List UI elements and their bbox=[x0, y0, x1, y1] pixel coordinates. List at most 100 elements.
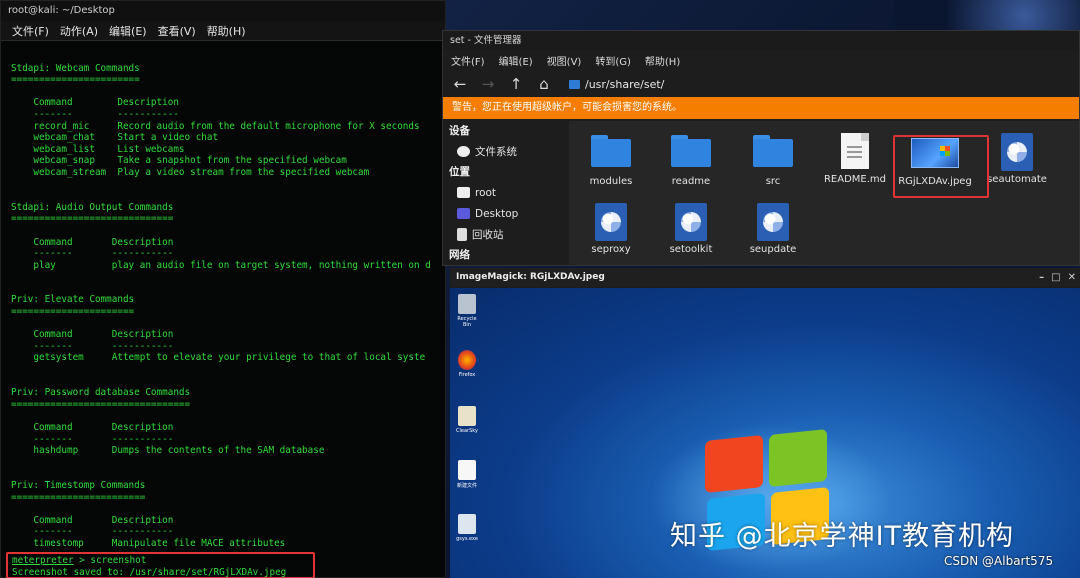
fm-menu-file[interactable]: 文件(F) bbox=[451, 53, 485, 68]
firefox-icon: Firefox bbox=[454, 350, 480, 378]
terminal-title: root@kali: ~/Desktop bbox=[8, 5, 115, 16]
fm-menu-help[interactable]: 帮助(H) bbox=[645, 53, 680, 68]
terminal-output[interactable]: Stdapi: Webcam Commands =================… bbox=[11, 51, 445, 577]
sidebar-item-label: 回收站 bbox=[472, 229, 504, 241]
home-folder-icon bbox=[457, 187, 470, 198]
desktop-icon-label: Firefox bbox=[458, 372, 476, 378]
path-bar[interactable]: /usr/share/set/ bbox=[569, 78, 664, 91]
fm-menu-edit[interactable]: 编辑(E) bbox=[499, 53, 533, 68]
sidebar-item-desktop[interactable]: Desktop bbox=[443, 203, 568, 224]
document-icon bbox=[841, 133, 869, 169]
terminal-prompt[interactable]: meterpreter > screenshot Screenshot save… bbox=[12, 555, 286, 578]
saved-message: Screenshot saved to: /usr/share/set/RGjL… bbox=[12, 566, 287, 578]
terminal-line: Priv: Elevate Commands bbox=[11, 294, 135, 306]
sidebar-header-devices: 设备 bbox=[449, 125, 470, 137]
file-item-setoolkit[interactable]: setoolkit bbox=[651, 203, 731, 255]
terminal-titlebar[interactable]: root@kali: ~/Desktop bbox=[1, 1, 445, 21]
file-item-modules[interactable]: modules bbox=[571, 135, 651, 187]
file-item-seupdate[interactable]: seupdate bbox=[733, 203, 813, 255]
folder-icon bbox=[671, 135, 711, 167]
terminal-line: Priv: Timestomp Commands bbox=[11, 479, 146, 491]
terminal-line: Stdapi: Audio Output Commands bbox=[11, 201, 174, 213]
sidebar-item-label: Desktop bbox=[475, 207, 519, 220]
imagemagick-titlebar[interactable]: ImageMagick: RGjLXDAv.jpeg – □ ✕ bbox=[450, 268, 1080, 287]
file-label: seproxy bbox=[591, 244, 631, 255]
up-arrow-icon[interactable]: ↑ bbox=[507, 75, 525, 93]
menu-action[interactable]: 动作(A) bbox=[60, 23, 98, 39]
file-manager-title: set - 文件管理器 bbox=[450, 35, 522, 46]
back-arrow-icon[interactable]: ← bbox=[451, 75, 469, 93]
trash-icon bbox=[457, 228, 467, 241]
terminal-line: ------- ----------- bbox=[11, 248, 174, 260]
close-icon[interactable]: ✕ bbox=[1068, 268, 1076, 287]
recycle-bin-icon: Recycle Bin bbox=[454, 294, 480, 328]
file-label: seautomate bbox=[987, 174, 1047, 185]
terminal-line: Priv: Password database Commands bbox=[11, 387, 191, 399]
sidebar-header-network: 网络 bbox=[449, 249, 470, 261]
file-label: README.md bbox=[823, 174, 887, 185]
file-manager-sidebar: 设备 文件系统 位置 root Desktop 回收站 网络 bbox=[443, 121, 568, 265]
python-file-icon bbox=[1001, 133, 1033, 171]
prompt-command: > screenshot bbox=[73, 555, 147, 566]
file-item-seautomate[interactable]: seautomate bbox=[977, 133, 1057, 185]
desktop-icon-label: gsys.exe bbox=[456, 536, 478, 542]
highlight-box-file bbox=[893, 135, 989, 198]
clearsky-icon: ClearSky bbox=[454, 406, 480, 434]
terminal-menubar: 文件(F) 动作(A) 编辑(E) 查看(V) 帮助(H) bbox=[1, 21, 445, 41]
fm-menu-view[interactable]: 视图(V) bbox=[547, 53, 582, 68]
file-item-readme-folder[interactable]: readme bbox=[651, 135, 731, 187]
terminal-line: ============================= bbox=[11, 213, 174, 225]
sidebar-header-places: 位置 bbox=[449, 166, 470, 178]
sidebar-item-label: 文件系统 bbox=[475, 146, 517, 158]
terminal-line: Command Description bbox=[11, 97, 179, 109]
warning-text: 警告，您正在使用超级帐户，可能会损害您的系统。 bbox=[452, 102, 682, 113]
prompt-name: meterpreter bbox=[12, 555, 74, 566]
terminal-line: Command Description bbox=[11, 514, 174, 526]
file-label: src bbox=[765, 176, 781, 187]
menu-file[interactable]: 文件(F) bbox=[12, 23, 49, 39]
file-manager-titlebar[interactable]: set - 文件管理器 bbox=[443, 31, 1079, 50]
home-icon[interactable]: ⌂ bbox=[535, 75, 553, 93]
menu-help[interactable]: 帮助(H) bbox=[207, 23, 246, 39]
window-controls: – □ ✕ bbox=[1039, 268, 1076, 287]
file-item-seproxy[interactable]: seproxy bbox=[571, 203, 651, 255]
file-label: readme bbox=[671, 176, 711, 187]
imagemagick-title: ImageMagick: RGjLXDAv.jpeg bbox=[456, 272, 605, 282]
terminal-line: ------- ----------- bbox=[11, 340, 174, 352]
terminal-line: webcam_chat Start a video chat bbox=[11, 132, 219, 144]
file-item-readme-md[interactable]: README.md bbox=[815, 133, 895, 185]
file-item-src[interactable]: src bbox=[733, 135, 813, 187]
file-label: modules bbox=[589, 176, 633, 187]
forward-arrow-icon[interactable]: → bbox=[479, 75, 497, 93]
terminal-line: hashdump Dumps the contents of the SAM d… bbox=[11, 445, 325, 457]
sidebar-item-root[interactable]: root bbox=[443, 182, 568, 203]
desktop-icon bbox=[457, 208, 470, 219]
python-file-icon bbox=[757, 203, 789, 241]
file-manager-toolbar: ← → ↑ ⌂ /usr/share/set/ bbox=[443, 71, 1079, 97]
drive-icon bbox=[457, 146, 470, 157]
terminal-line: webcam_stream Play a video stream from t… bbox=[11, 166, 370, 178]
folder-icon bbox=[591, 135, 631, 167]
file-label: seupdate bbox=[749, 244, 797, 255]
terminal-line: Command Description bbox=[11, 236, 174, 248]
sidebar-item-trash[interactable]: 回收站 bbox=[443, 224, 568, 245]
sidebar-item-filesystem[interactable]: 文件系统 bbox=[443, 141, 568, 162]
menu-edit[interactable]: 编辑(E) bbox=[109, 23, 147, 39]
terminal-window[interactable]: root@kali: ~/Desktop 文件(F) 动作(A) 编辑(E) 查… bbox=[0, 0, 446, 578]
file-label: setoolkit bbox=[669, 244, 713, 255]
fm-menu-go[interactable]: 转到(G) bbox=[595, 53, 631, 68]
minimize-icon[interactable]: – bbox=[1039, 268, 1044, 287]
terminal-line: record_mic Record audio from the default… bbox=[11, 120, 420, 132]
maximize-icon[interactable]: □ bbox=[1051, 268, 1060, 287]
menu-view[interactable]: 查看(V) bbox=[158, 23, 196, 39]
desktop-icon-label: ClearSky bbox=[456, 428, 478, 434]
